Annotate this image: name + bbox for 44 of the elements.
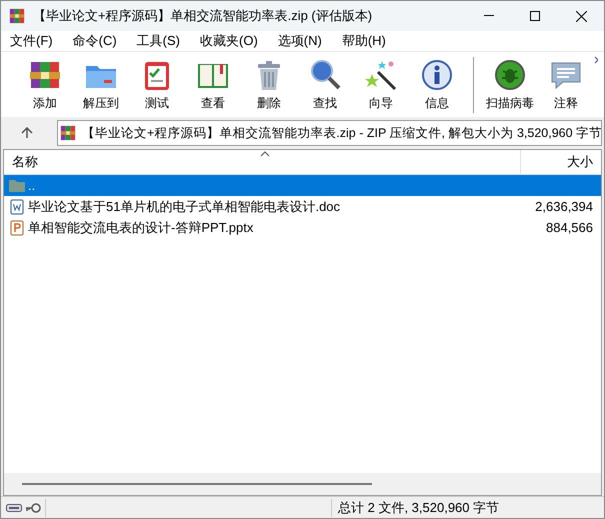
menu-item[interactable]: 选项(N): [272, 31, 327, 51]
archive-icon: [60, 125, 76, 141]
drive-icon: [6, 504, 22, 512]
toolbar-button[interactable]: 解压到: [73, 54, 129, 114]
word-document-icon: [10, 198, 24, 214]
file-size: 884,566: [546, 218, 594, 237]
window-title: 【毕业论文+程序源码】单相交流智能功率表.zip (评估版本): [33, 7, 372, 26]
column-header[interactable]: 大小: [521, 150, 601, 174]
file-name: ..: [28, 176, 36, 195]
maximize-icon: [530, 11, 540, 21]
toolbar-button[interactable]: 注释: [538, 54, 594, 114]
menu-item[interactable]: 帮助(H): [336, 31, 391, 51]
toolbar-button[interactable]: 信息: [409, 54, 465, 114]
file-row[interactable]: 毕业论文基于51单片机的电子式单相智能电表设计.doc 2,636,394: [4, 196, 601, 217]
file-size: 2,636,394: [535, 198, 594, 216]
app-icon: [9, 8, 25, 24]
scrollbar-thumb[interactable]: [22, 483, 372, 485]
menu-item[interactable]: 命令(C): [68, 31, 122, 51]
menu-item[interactable]: 文件(F): [5, 31, 58, 51]
up-arrow-icon: [21, 127, 33, 139]
close-icon: [576, 10, 586, 22]
toolbar-button[interactable]: 向导: [353, 54, 409, 114]
file-name: 单相智能交流电表的设计-答辩PPT.pptx: [28, 218, 254, 237]
toolbar-button[interactable]: 删除: [241, 54, 297, 114]
toolbar-button[interactable]: 添加: [17, 54, 73, 114]
toolbar-button[interactable]: 查找: [297, 54, 353, 114]
menu-item[interactable]: 收藏夹(O): [195, 31, 263, 51]
presentation-document-icon: [10, 220, 24, 236]
column-header[interactable]: 名称: [4, 150, 521, 174]
file-name: 毕业论文基于51单片机的电子式单相智能电表设计.doc: [28, 198, 342, 216]
status-text: 总计 2 文件, 3,520,960 字节: [337, 498, 500, 517]
toolbar-button[interactable]: 查看: [185, 54, 241, 114]
magnifier-icon: [308, 58, 342, 92]
key-icon: [25, 502, 41, 512]
menu-item[interactable]: 工具(S): [132, 31, 185, 51]
chevron-icon[interactable]: [594, 56, 598, 64]
bug-icon: [493, 58, 527, 92]
folder-icon: [8, 178, 26, 193]
minimize-icon: [484, 15, 494, 17]
toolbar-button[interactable]: 扫描病毒: [482, 54, 538, 114]
file-row[interactable]: ..: [4, 175, 601, 196]
file-row[interactable]: 单相智能交流电表的设计-答辩PPT.pptx 884,566: [4, 217, 601, 238]
toolbar-button[interactable]: 测试: [129, 54, 185, 114]
info-icon: [420, 58, 454, 92]
